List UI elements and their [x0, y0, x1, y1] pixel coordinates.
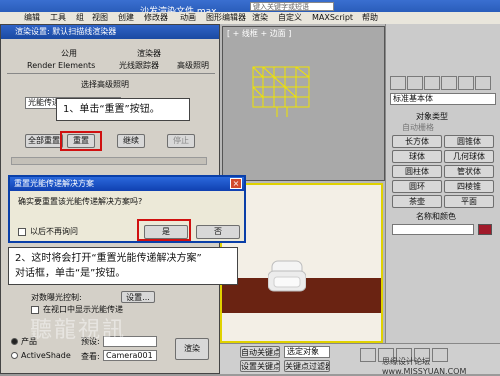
key-filters-button[interactable]: 关键点过滤器...: [284, 360, 330, 372]
step2-text-line1: 2、这时将会打开“重置光能传递解决方案”: [15, 253, 202, 264]
tab-render-elements[interactable]: Render Elements: [27, 61, 95, 71]
activeshade-radio[interactable]: [11, 352, 18, 359]
close-icon[interactable]: ×: [230, 178, 242, 189]
object-type-header: 对象类型: [416, 112, 448, 121]
shapes-icon[interactable]: [407, 76, 423, 90]
wireframe-mesh: [252, 66, 310, 117]
auto-key-button[interactable]: 自动关键点: [240, 346, 280, 358]
stop-button[interactable]: 停止: [167, 134, 195, 148]
no-button[interactable]: 否: [196, 225, 240, 239]
reset-radiosity-dialog: 重置光能传递解决方案 × 确实要重置该光能传递解决方案吗? 以后不再询问 是 否: [8, 175, 246, 243]
viewport-top[interactable]: [ + 线框 + 边面 ]: [222, 26, 385, 181]
menu-group[interactable]: 组: [76, 12, 84, 24]
menu-help[interactable]: 帮助: [362, 12, 378, 24]
cylinder-button[interactable]: 圆柱体: [392, 165, 442, 178]
view-label: 查看:: [81, 352, 100, 361]
sofa-model: [268, 260, 306, 292]
reset-highlight: [60, 131, 102, 151]
create-toolbar: [390, 76, 496, 90]
render-dialog-title-bar: 渲染设置: 默认扫描线渲染器: [1, 25, 219, 39]
dont-ask-checkbox[interactable]: [18, 228, 26, 236]
activeshade-radio-label: ActiveShade: [21, 351, 71, 360]
name-color-header: 名称和颜色: [416, 212, 456, 221]
cameras-icon[interactable]: [441, 76, 457, 90]
geosphere-button[interactable]: 几何球体: [444, 150, 494, 163]
menu-edit[interactable]: 编辑: [24, 12, 40, 24]
cone-button[interactable]: 圆锥体: [444, 135, 494, 148]
autogrid-checkbox[interactable]: 自动栅格: [402, 123, 434, 133]
render-button[interactable]: 渲染: [175, 338, 209, 360]
step2-callout: 2、这时将会打开“重置光能传递解决方案” 对话框，单击“是”按钮。: [8, 247, 238, 285]
continue-button[interactable]: 继续: [117, 134, 145, 148]
settings-button[interactable]: 设置...: [121, 291, 155, 303]
tab-renderer[interactable]: 渲染器: [137, 49, 161, 59]
plane-button[interactable]: 平面: [444, 195, 494, 208]
selection-dropdown[interactable]: 选定对象: [284, 346, 330, 358]
progress-bar: [11, 157, 207, 165]
confirm-dialog-title-bar: 重置光能传递解决方案 ×: [10, 177, 244, 191]
tab-divider: [7, 73, 215, 74]
menu-rendering[interactable]: 渲染: [252, 12, 268, 24]
teapot-button[interactable]: 茶壶: [392, 195, 442, 208]
lights-icon[interactable]: [424, 76, 440, 90]
torus-button[interactable]: 圆环: [392, 180, 442, 193]
menu-bar: 编辑 工具 组 视图 创建 修改器 动画 图形编辑器 渲染 自定义 MAXScr…: [0, 12, 500, 24]
tube-button[interactable]: 管状体: [444, 165, 494, 178]
confirm-dialog-title: 重置光能传递解决方案: [14, 179, 94, 188]
box-button[interactable]: 长方体: [392, 135, 442, 148]
menu-create[interactable]: 创建: [118, 12, 134, 24]
tab-raytracer[interactable]: 光线跟踪器: [119, 61, 159, 71]
view-dropdown[interactable]: Camera001: [103, 350, 157, 361]
watermark-logo: 聽龍視訊: [30, 318, 127, 343]
menu-customize[interactable]: 自定义: [278, 12, 302, 24]
viewport-label: [ + 线框 + 边面 ]: [227, 29, 292, 38]
menu-animation[interactable]: 动画: [180, 12, 196, 24]
dont-ask-label: 以后不再询问: [30, 227, 78, 236]
yes-highlight: [137, 219, 191, 241]
tab-advanced-lighting[interactable]: 高级照明: [177, 61, 209, 71]
menu-modifiers[interactable]: 修改器: [144, 12, 168, 24]
select-lighting-header: 选择高级照明: [81, 80, 129, 89]
step1-callout: 1、单击“重置”按钮。: [56, 98, 190, 121]
exposure-control-label: 对数曝光控制:: [31, 293, 82, 302]
object-category-dropdown[interactable]: 标准基本体: [390, 93, 496, 105]
command-panel: 标准基本体 对象类型 自动栅格 长方体 圆锥体 球体 几何球体 圆柱体 管状体 …: [385, 24, 500, 374]
watermark-site: 思缘设计论坛 www.MISSYUAN.COM: [382, 357, 467, 376]
sphere-button[interactable]: 球体: [392, 150, 442, 163]
reset-all-button[interactable]: 全部重置: [25, 134, 63, 148]
helpers-icon[interactable]: [458, 76, 474, 90]
search-input[interactable]: 键入关键字或短语: [250, 2, 334, 11]
menu-graph-editors[interactable]: 图形编辑器: [206, 12, 246, 24]
menu-tools[interactable]: 工具: [50, 12, 66, 24]
pyramid-button[interactable]: 四棱锥: [444, 180, 494, 193]
set-key-button[interactable]: 设置关键点: [240, 360, 280, 372]
render-dialog-title: 渲染设置: 默认扫描线渲染器: [15, 27, 117, 36]
tab-common[interactable]: 公用: [61, 49, 77, 59]
step2-text-line2: 对话框，单击“是”按钮。: [15, 268, 126, 279]
object-name-input[interactable]: [392, 224, 474, 235]
step1-text: 1、单击“重置”按钮。: [63, 104, 160, 115]
menu-views[interactable]: 视图: [92, 12, 108, 24]
object-color-swatch[interactable]: [478, 224, 492, 235]
go-to-start-icon[interactable]: [360, 348, 376, 362]
systems-icon[interactable]: [475, 76, 491, 90]
confirm-message: 确实要重置该光能传递解决方案吗?: [18, 197, 143, 206]
product-radio[interactable]: [11, 338, 18, 345]
geometry-icon[interactable]: [390, 76, 406, 90]
menu-maxscript[interactable]: MAXScript: [312, 12, 353, 24]
